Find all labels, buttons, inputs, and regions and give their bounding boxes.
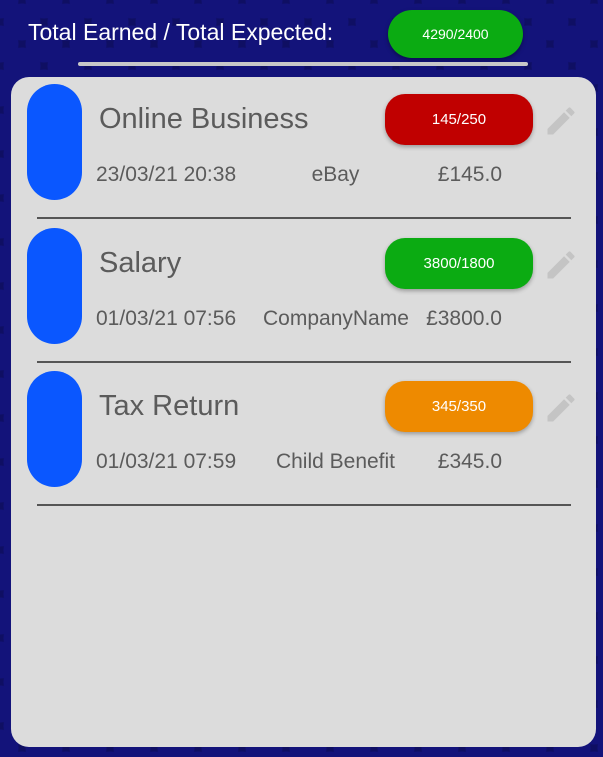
item-amount: £345.0 (437, 450, 502, 473)
header-underline (78, 62, 528, 66)
item-source: eBay (311, 163, 360, 186)
item-amount: £145.0 (437, 163, 502, 186)
item-name: Salary (99, 247, 182, 279)
item-name: Tax Return (99, 390, 240, 422)
total-badge[interactable]: 4290/2400 (388, 10, 523, 58)
item-source: Child Benefit (275, 450, 396, 473)
category-pill (27, 371, 82, 487)
row-divider (37, 217, 571, 219)
pencil-icon[interactable] (543, 390, 579, 426)
item-date: 01/03/21 07:56 (96, 307, 237, 330)
category-pill (27, 84, 82, 200)
pencil-icon[interactable] (543, 247, 579, 283)
list-item[interactable]: Tax Return 345/350 01/03/21 07:59 Child … (11, 364, 596, 508)
category-pill (27, 228, 82, 344)
item-source: CompanyName (263, 307, 409, 330)
list-item[interactable]: Online Business 145/250 23/03/21 20:38 e… (11, 77, 596, 221)
row-divider (37, 361, 571, 363)
row-divider (37, 504, 571, 506)
item-date: 01/03/21 07:59 (96, 450, 237, 473)
progress-badge[interactable]: 145/250 (385, 94, 533, 145)
header: Total Earned / Total Expected: 4290/2400 (0, 0, 603, 72)
pencil-icon[interactable] (543, 103, 579, 139)
item-amount: £3800.0 (426, 307, 502, 330)
item-date: 23/03/21 20:38 (96, 163, 237, 186)
progress-badge[interactable]: 3800/1800 (385, 238, 533, 289)
list-item[interactable]: Salary 3800/1800 01/03/21 07:56 CompanyN… (11, 221, 596, 365)
header-title: Total Earned / Total Expected: (28, 19, 334, 45)
income-list-card: Online Business 145/250 23/03/21 20:38 e… (11, 77, 596, 747)
item-name: Online Business (99, 103, 309, 135)
progress-badge[interactable]: 345/350 (385, 381, 533, 432)
